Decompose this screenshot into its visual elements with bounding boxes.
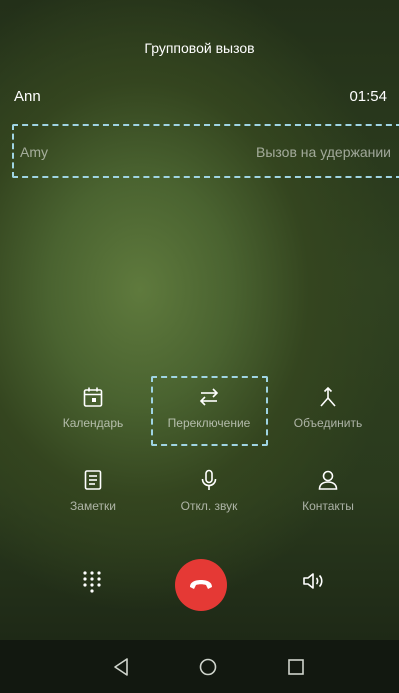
speaker-button[interactable] [301, 569, 327, 593]
merge-icon [320, 386, 336, 407]
notes-button[interactable]: Заметки [33, 468, 153, 513]
dialpad-icon [83, 571, 101, 593]
end-call-icon [190, 580, 212, 589]
navigation-bar [0, 640, 399, 693]
held-caller-name: Amy [20, 144, 48, 160]
switch-button[interactable]: Переключение [149, 385, 269, 430]
call-duration: 01:54 [349, 88, 387, 105]
contacts-button[interactable]: Контакты [268, 468, 388, 513]
calendar-icon [83, 387, 103, 407]
calendar-label: Календарь [62, 416, 124, 430]
calendar-button[interactable]: Календарь [33, 385, 153, 430]
dialpad-button[interactable] [80, 569, 104, 593]
swap-arrows-icon [199, 388, 219, 406]
merge-button[interactable]: Объединить [268, 385, 388, 430]
held-status: Вызов на удержании [256, 144, 391, 160]
active-caller-name: Ann [14, 88, 41, 105]
held-call-row[interactable]: Amy Вызов на удержании [12, 124, 399, 178]
recents-icon[interactable] [284, 655, 308, 679]
end-call-button[interactable] [175, 559, 227, 611]
switch-label: Переключение [167, 416, 251, 430]
mute-button[interactable]: Откл. звук [149, 468, 269, 513]
mute-label: Откл. звук [180, 499, 238, 513]
back-icon[interactable] [110, 655, 134, 679]
notes-icon [84, 470, 102, 490]
microphone-icon [201, 469, 217, 490]
contacts-label: Контакты [302, 499, 354, 513]
home-icon[interactable] [196, 655, 220, 679]
merge-label: Объединить [293, 416, 363, 430]
speaker-icon [303, 573, 323, 589]
notes-label: Заметки [70, 499, 116, 513]
contact-icon [318, 470, 338, 490]
call-screen: Групповой вызов Ann 01:54 Amy Вызов на у… [0, 0, 399, 693]
call-title: Групповой вызов [144, 40, 255, 56]
